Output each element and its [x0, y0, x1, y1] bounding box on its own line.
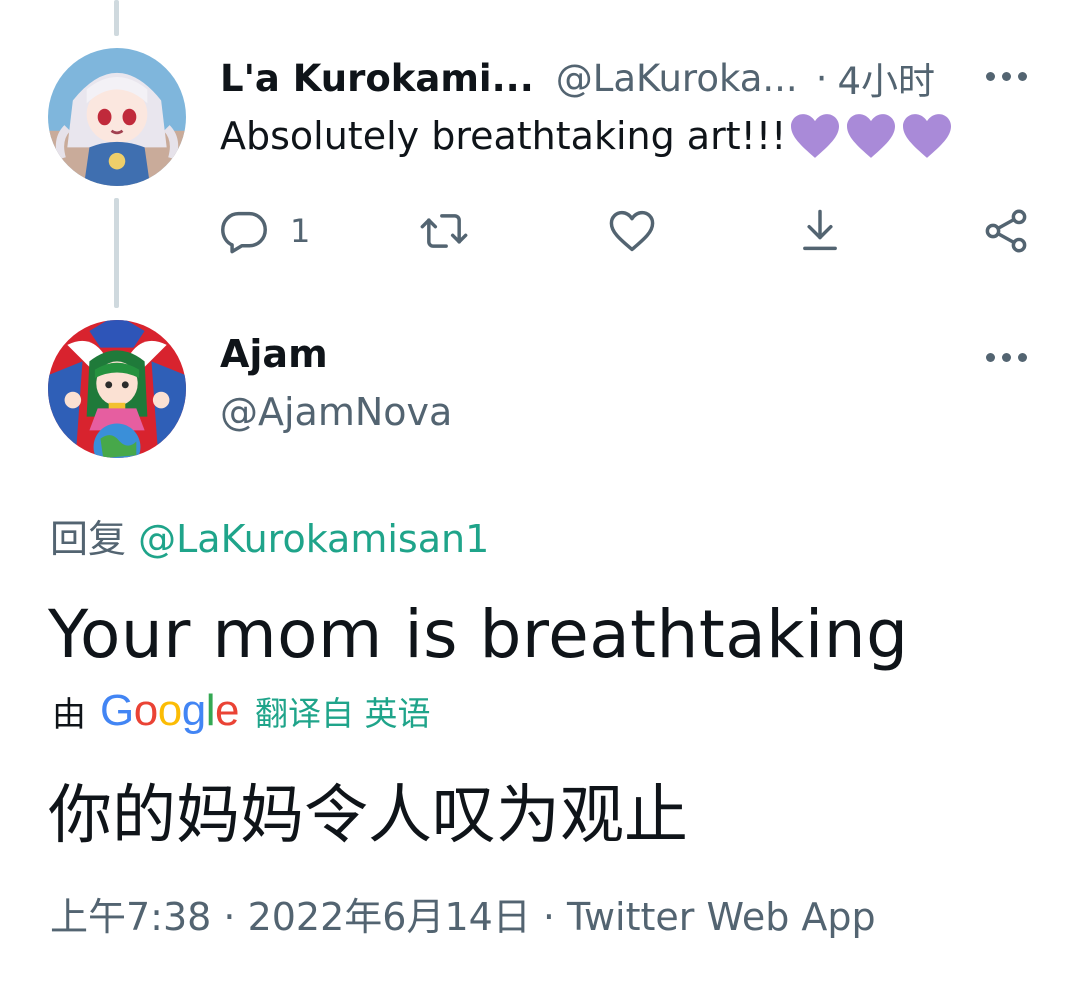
like-button[interactable] [606, 200, 658, 262]
reply-header: L'a Kurokami... @LaKuroka... · 4小时 [220, 50, 935, 106]
reply-button[interactable]: 1 [218, 200, 310, 262]
purple-hearts [788, 112, 954, 160]
reply-text: Absolutely breathtaking art!!! [220, 112, 954, 160]
google-logo: Google [100, 686, 239, 735]
retweet-icon [420, 214, 468, 248]
purple-heart-icon [847, 114, 896, 158]
retweet-button[interactable] [418, 200, 470, 262]
tweet-timestamp[interactable]: 上午7:38 · 2022年6月14日 · Twitter Web App [50, 886, 876, 941]
download-icon [803, 209, 837, 251]
tweet-text: Your mom is breathtaking [48, 596, 909, 673]
translation-attribution: 由 Google 翻译自 英语 [52, 686, 430, 736]
more-icon[interactable] [986, 72, 1027, 81]
reply-separator: · [815, 56, 828, 100]
replying-to: 回复 @LaKurokamisan1 [50, 508, 489, 563]
reply-display-name[interactable]: L'a Kurokami... [220, 57, 534, 100]
like-icon [609, 210, 655, 252]
replying-label: 回复 [50, 517, 127, 561]
author-handle[interactable]: @AjamNova [220, 390, 452, 434]
author-display-name[interactable]: Ajam [220, 332, 328, 376]
reply-time[interactable]: 4小时 [837, 51, 935, 105]
reply-count: 1 [290, 212, 311, 250]
replying-mention[interactable]: @LaKurokamisan1 [138, 517, 489, 561]
reply-handle[interactable]: @LaKuroka... [556, 57, 798, 100]
purple-heart-icon [791, 114, 840, 158]
more-icon[interactable] [986, 353, 1027, 362]
reply-avatar[interactable] [48, 48, 186, 186]
thread-line [114, 0, 119, 36]
reply-icon [221, 211, 267, 254]
reply-text-content: Absolutely breathtaking art!!! [220, 114, 787, 158]
translated-from-link[interactable]: 翻译自 英语 [255, 687, 431, 735]
translated-text: 你的妈妈令人叹为观止 [48, 779, 688, 853]
download-button[interactable] [794, 200, 846, 262]
translated-by-label: 由 [52, 694, 86, 735]
share-button[interactable] [980, 200, 1032, 262]
share-icon [985, 209, 1027, 253]
reply-action-bar: 1 [0, 200, 1078, 262]
purple-heart-icon [903, 114, 952, 158]
author-avatar[interactable] [48, 320, 186, 458]
